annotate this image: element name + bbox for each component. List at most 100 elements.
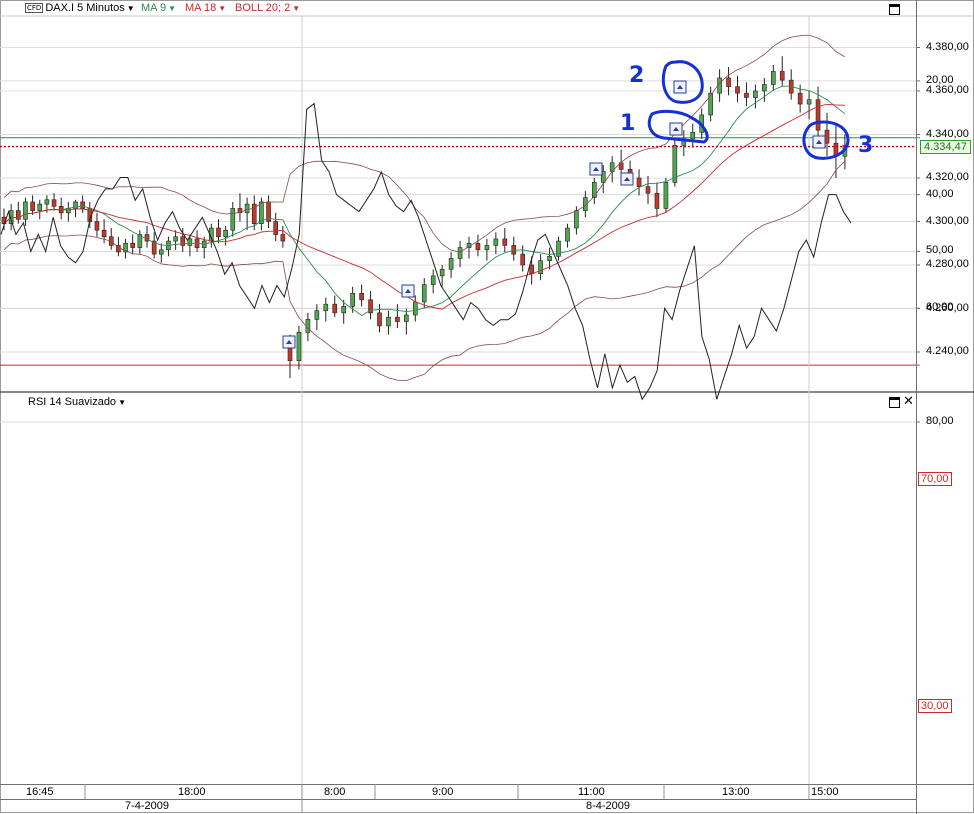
candle-body	[223, 229, 228, 238]
maximize-icon[interactable]	[889, 397, 900, 408]
candle-body	[645, 186, 651, 194]
candle-body	[690, 132, 696, 140]
candle-body	[314, 310, 320, 320]
boll-selector[interactable]: BOLL 20; 2 ▼	[235, 2, 300, 14]
candle-body	[244, 203, 250, 214]
candle-body	[556, 240, 561, 257]
price-tick-label: 4.340,00	[926, 127, 969, 140]
current-price-tag: 4.334,47	[920, 140, 971, 154]
instrument-label: DAX.I 5 Minutos	[45, 2, 125, 14]
candle-body	[547, 255, 552, 261]
candle-body	[717, 77, 722, 94]
maximize-icon[interactable]	[889, 4, 900, 15]
candle-body	[323, 303, 329, 311]
instrument-selector[interactable]: CFD DAX.I 5 Minutos ▼	[25, 2, 135, 14]
candle-body	[797, 92, 803, 105]
candle-body	[37, 203, 43, 211]
candle-body	[359, 292, 364, 301]
candle-body	[377, 312, 382, 327]
rsi-title: RSI 14 Suavizado	[28, 396, 117, 408]
candle-body	[421, 284, 427, 303]
chevron-down-icon: ▼	[118, 398, 126, 407]
candle-body	[94, 221, 100, 231]
rsi-70-tag: 70,00	[918, 472, 952, 486]
candle-body	[395, 316, 400, 322]
candle-body	[332, 303, 338, 314]
ma9-selector[interactable]: MA 9 ▼	[141, 2, 176, 14]
rsi-tick-label: 50,00	[926, 244, 954, 257]
price-tick-label: 4.380,00	[926, 40, 969, 53]
candle-body	[806, 99, 812, 105]
candle-body	[574, 210, 579, 229]
candle-body	[824, 129, 830, 144]
ma18-selector[interactable]: MA 18 ▼	[185, 2, 226, 14]
candle-body	[770, 71, 776, 85]
rsi-tick-label: 40,00	[926, 187, 954, 200]
candle-body	[430, 275, 436, 285]
x-tick-label: 11:00	[578, 786, 605, 798]
chevron-down-icon: ▼	[126, 4, 135, 13]
candle-body	[130, 242, 135, 248]
candle-body	[762, 84, 767, 92]
candle-body	[51, 199, 57, 207]
candle-body	[280, 234, 286, 242]
candle-body	[484, 245, 490, 251]
candle-body	[187, 238, 193, 246]
ma18-label: MA 18	[185, 2, 217, 14]
candle-body	[305, 319, 311, 333]
annotation-number-2: 2	[629, 63, 644, 88]
candle-body	[44, 199, 50, 205]
candle-body	[457, 247, 463, 259]
candle-body	[350, 292, 355, 307]
candle-body	[475, 242, 481, 251]
candle-body	[404, 314, 409, 322]
close-icon[interactable]: ✕	[903, 395, 914, 408]
candle-body	[101, 229, 107, 238]
candle-body	[80, 201, 85, 209]
x-tick-label: 16:45	[26, 786, 54, 798]
candle-body	[159, 249, 164, 255]
annotation-number-3: 3	[858, 133, 873, 158]
x-tick-label: 15:00	[811, 786, 839, 798]
candle-body	[412, 301, 418, 316]
candle-body	[173, 236, 178, 242]
candle-body	[439, 269, 445, 277]
chevron-down-icon: ▼	[292, 4, 301, 13]
price-tick-label: 4.320,00	[926, 171, 969, 183]
candle-body	[654, 192, 660, 209]
candle-body	[744, 92, 749, 98]
ma9-label: MA 9	[141, 2, 167, 14]
candle-body	[273, 221, 279, 235]
annotation-number-1: 1	[620, 111, 635, 136]
x-tick-label: 8:00	[324, 786, 346, 798]
candle-body	[565, 227, 570, 242]
date-label: 7-4-2009	[125, 800, 170, 812]
candle-body	[779, 71, 785, 81]
rsi-tick-label: 60,00	[926, 301, 954, 314]
x-tick-label: 9:00	[432, 786, 454, 798]
candle-body	[216, 227, 221, 238]
candle-body	[708, 92, 713, 116]
candle-body	[591, 182, 597, 198]
candle-body	[726, 77, 731, 87]
candle-body	[230, 208, 236, 231]
cfd-badge: CFD	[25, 3, 44, 13]
chevron-down-icon: ▼	[218, 4, 227, 13]
rsi-tick-label: 80,00	[926, 415, 954, 427]
candle-body	[529, 264, 534, 274]
candle-body	[23, 201, 28, 220]
rsi-tick-label: 20,00	[926, 73, 954, 86]
chart-canvas: 1 2 3	[0, 0, 974, 814]
rsi-selector[interactable]: RSI 14 Suavizado ▼	[28, 396, 126, 408]
x-tick-label: 13:00	[722, 786, 750, 798]
candle-body	[296, 332, 302, 361]
candle-body	[636, 177, 642, 187]
bollinger-lower	[3, 160, 846, 382]
candle-body	[520, 253, 526, 266]
rsi-30-tag: 30,00	[918, 699, 952, 713]
price-tick-label: 4.300,00	[926, 214, 969, 227]
price-tick-label: 4.280,00	[926, 258, 969, 270]
candle-body	[448, 258, 454, 270]
date-label: 8-4-2009	[586, 800, 631, 812]
candle-body	[66, 208, 71, 214]
